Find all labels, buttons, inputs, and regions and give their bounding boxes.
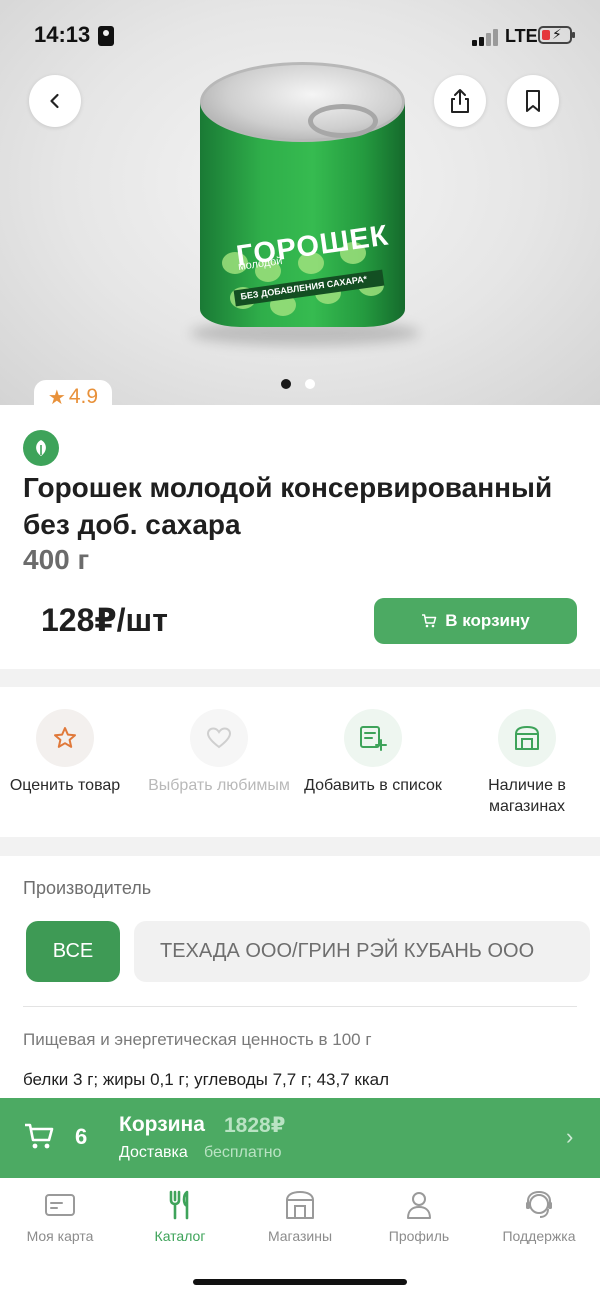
cart-icon [422, 614, 437, 628]
cart-icon [25, 1123, 54, 1149]
tab-label: Поддержка [502, 1228, 576, 1244]
profile-icon [359, 1188, 479, 1222]
network-label: LTE [505, 26, 538, 46]
share-button[interactable] [434, 75, 486, 127]
contact-icon [98, 26, 114, 46]
favorite-button[interactable]: Выбрать любимым [144, 709, 294, 796]
filter-all-chip[interactable]: ВСЕ [26, 921, 120, 982]
cart-count: 6 [75, 1124, 88, 1149]
leaf-icon [23, 430, 59, 466]
product-price: 128₽/шт [41, 602, 168, 638]
tab-label: Профиль [388, 1228, 450, 1244]
tab-my-card[interactable]: Моя карта [0, 1188, 120, 1244]
section-divider [0, 669, 600, 687]
support-icon [479, 1188, 599, 1222]
tab-label: Моя карта [26, 1228, 94, 1244]
home-indicator[interactable] [193, 1279, 407, 1285]
pager-dot-active[interactable] [281, 379, 291, 389]
share-icon [451, 89, 469, 113]
product-actions: Оценить товар Выбрать любимым Добавить в… [0, 687, 600, 837]
add-to-list-button[interactable]: Добавить в список [298, 709, 448, 796]
action-label: Выбрать любимым [148, 777, 290, 794]
manufacturer-chip[interactable]: ТЕХАДА ООО/ГРИН РЭЙ КУБАНЬ ООО [134, 921, 590, 982]
cart-label: Корзина [119, 1113, 205, 1136]
delivery-label: Доставка [119, 1144, 188, 1161]
status-time: 14:13 [34, 22, 91, 47]
battery-icon: ⚡ [538, 26, 575, 44]
chevron-right-icon: › [566, 1124, 574, 1149]
card-icon [0, 1188, 120, 1222]
cart-total: 1828₽ [224, 1114, 286, 1137]
store-availability-button[interactable]: Наличие в магазинах [452, 709, 600, 817]
list-add-icon [344, 709, 402, 767]
store-icon [498, 709, 556, 767]
store-icon [240, 1188, 360, 1222]
nutrition-title: Пищевая и энергетическая ценность в 100 … [23, 1030, 372, 1049]
delivery-value: бесплатно [204, 1144, 282, 1161]
cart-bar[interactable]: 6 Корзина 1828₽ Доставка бесплатно › [0, 1098, 600, 1178]
bookmark-icon [526, 90, 540, 112]
tab-stores[interactable]: Магазины [240, 1188, 360, 1244]
cutlery-icon [120, 1188, 240, 1222]
add-to-cart-label: В корзину [445, 611, 530, 630]
gallery-pager[interactable] [281, 376, 329, 389]
action-label: Добавить в список [304, 777, 442, 794]
tab-label: Каталог [154, 1228, 206, 1244]
product-title: Горошек молодой консервированный без доб… [23, 472, 553, 540]
divider [23, 1006, 577, 1007]
bookmark-button[interactable] [507, 75, 559, 127]
nutrition-values: белки 3 г; жиры 0,1 г; углеводы 7,7 г; 4… [23, 1070, 390, 1089]
section-divider [0, 837, 600, 856]
manufacturer-section: Производитель ВСЕ ТЕХАДА ООО/ГРИН РЭЙ КУ… [0, 856, 600, 1116]
action-label: Наличие в магазинах [488, 777, 566, 815]
heart-icon [190, 709, 248, 767]
star-icon [36, 709, 94, 767]
can-lid [200, 62, 405, 142]
rate-product-button[interactable]: Оценить товар [0, 709, 140, 796]
add-to-cart-button[interactable]: В корзину [374, 598, 577, 644]
status-bar: 14:13 LTE ⚡ [0, 0, 600, 70]
pager-dot[interactable] [305, 379, 315, 389]
tab-label: Магазины [267, 1228, 333, 1244]
product-image-gallery[interactable]: 14:13 LTE ⚡ ГОРОШЕК молодой БЕЗ ДОБАВЛЕН… [0, 0, 600, 405]
signal-icon [472, 28, 500, 46]
back-button[interactable] [29, 75, 81, 127]
can-pull-ring [308, 104, 378, 138]
product-info: Горошек молодой консервированный без доб… [0, 405, 600, 669]
tab-catalog[interactable]: Каталог [120, 1188, 240, 1244]
chevron-left-icon [50, 93, 59, 109]
product-photo: ГОРОШЕК молодой БЕЗ ДОБАВЛЕНИЯ САХАРА* [200, 62, 405, 342]
tab-profile[interactable]: Профиль [359, 1188, 479, 1244]
manufacturer-title: Производитель [23, 878, 152, 898]
tab-support[interactable]: Поддержка [479, 1188, 599, 1244]
action-label: Оценить товар [9, 777, 121, 794]
product-weight: 400 г [23, 544, 90, 575]
